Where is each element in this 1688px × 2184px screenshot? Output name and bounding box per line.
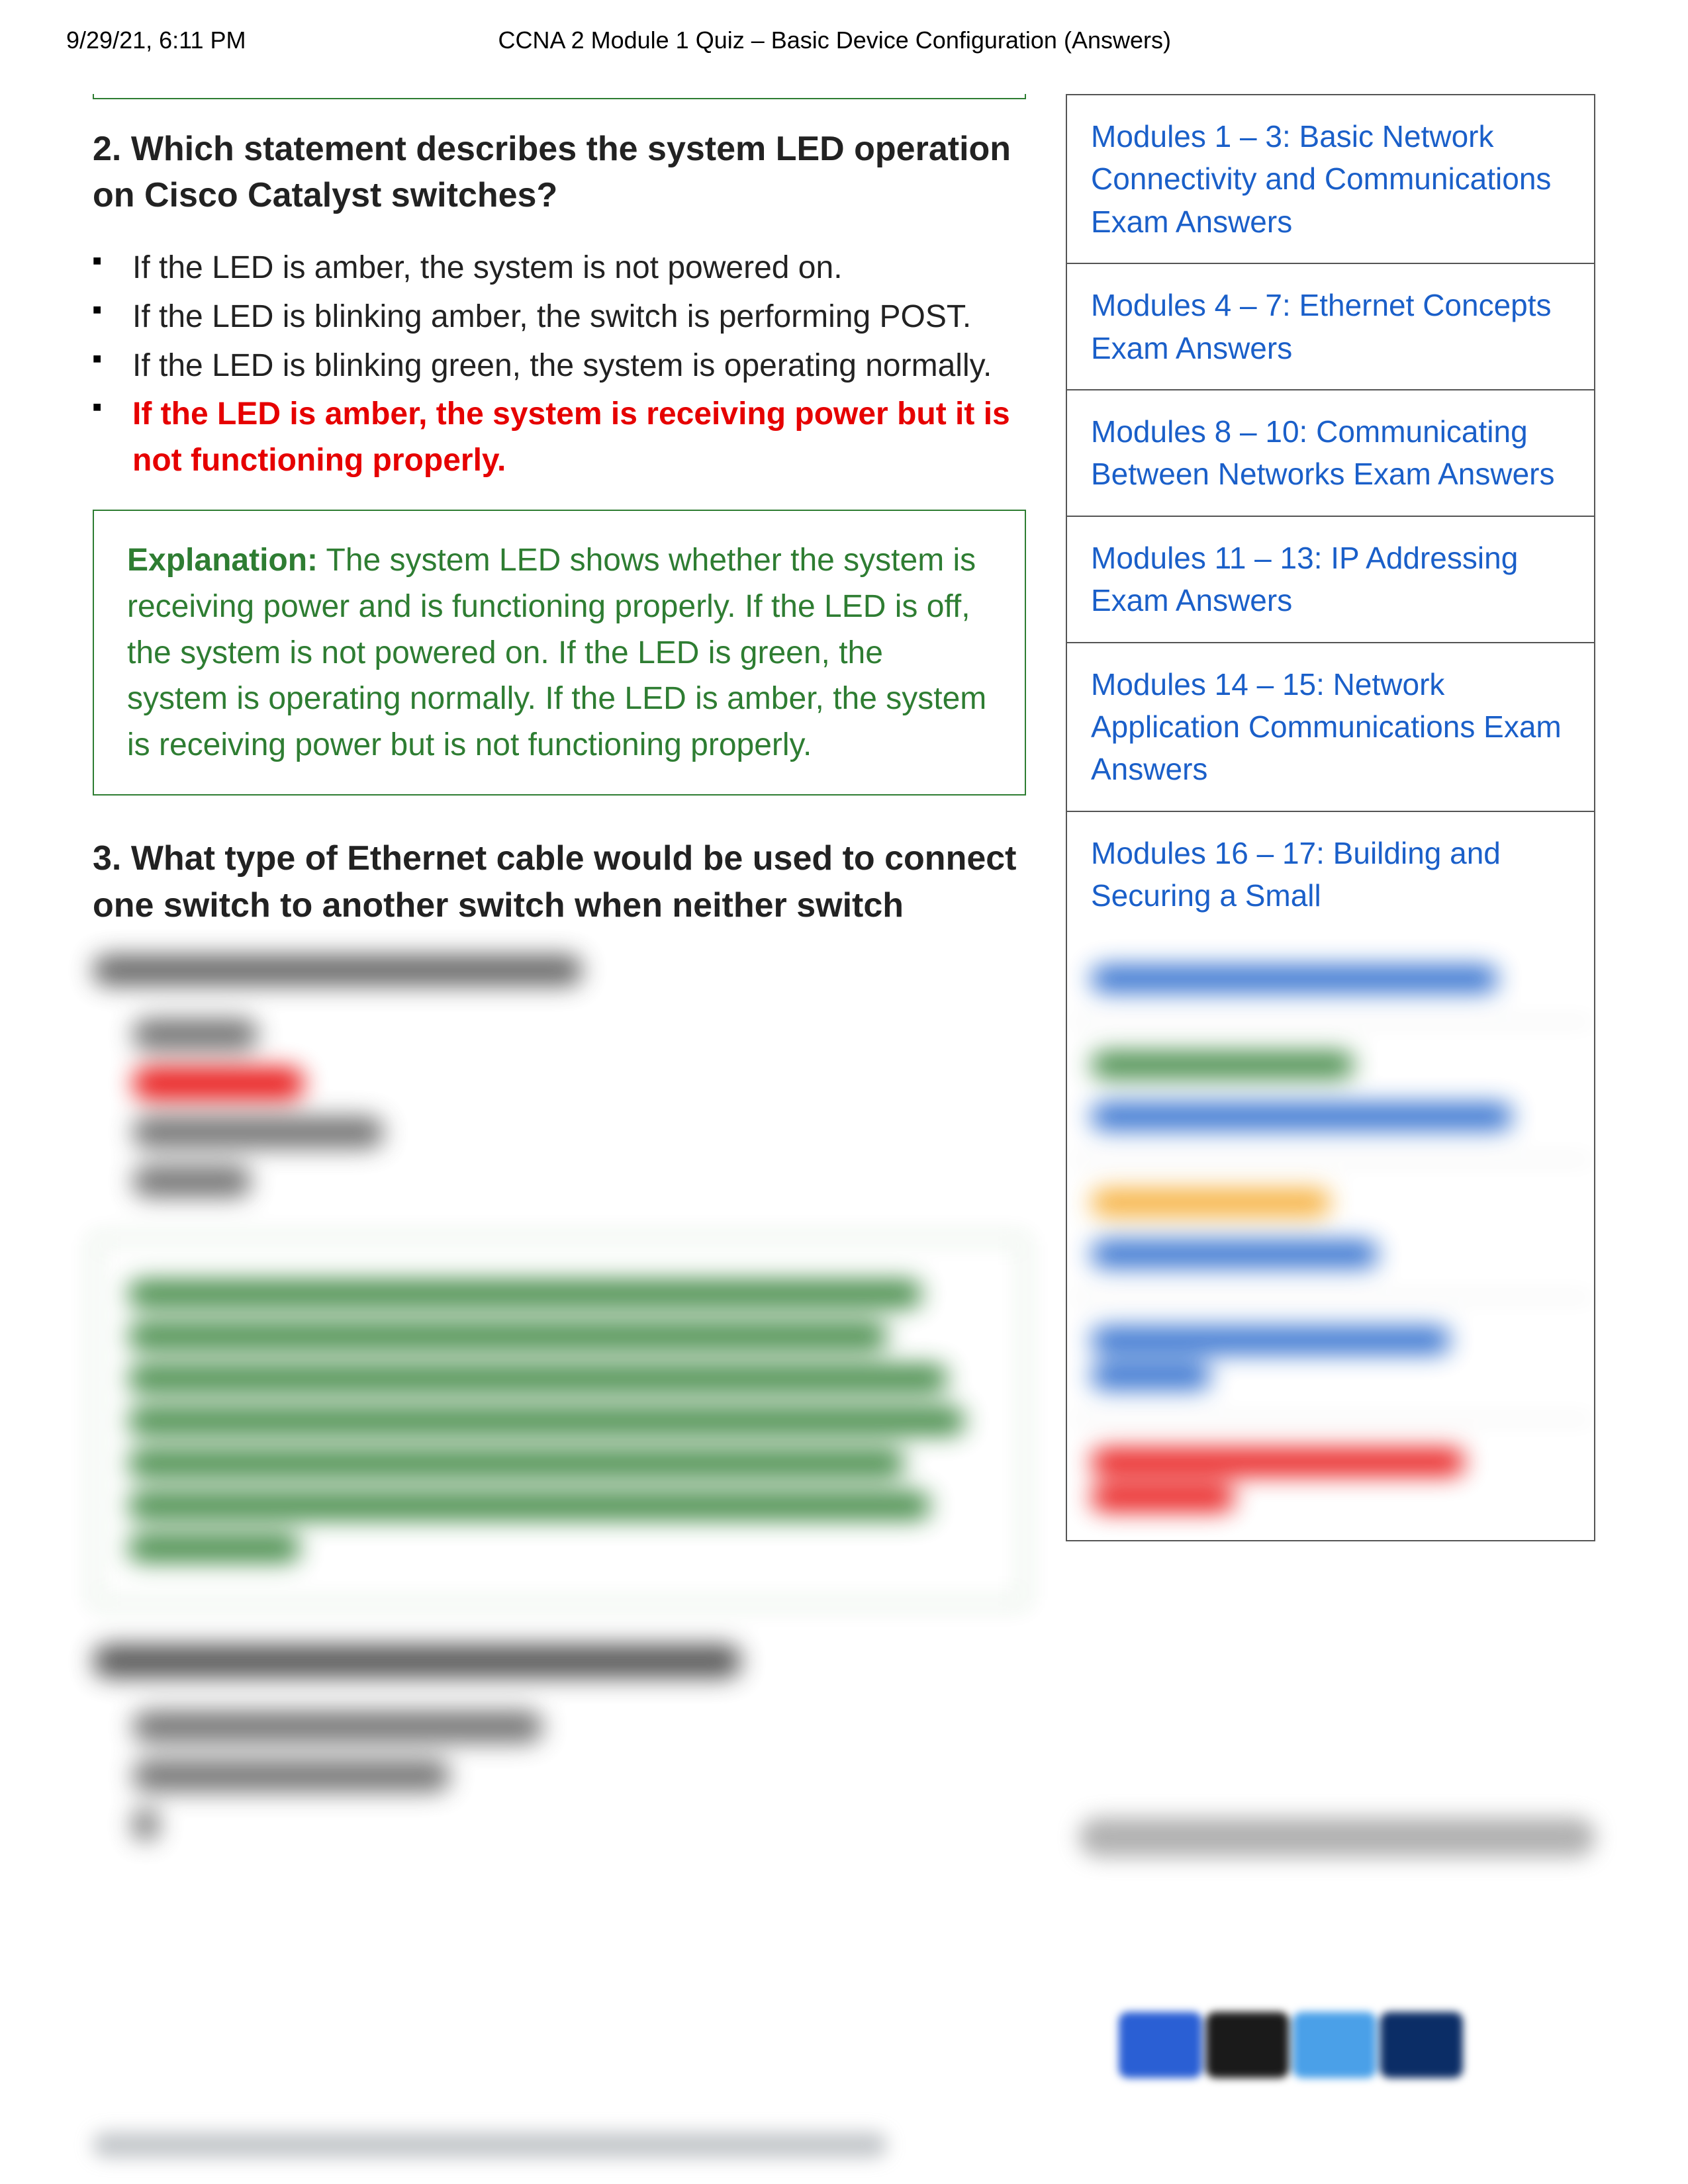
footer-row (0, 2132, 1688, 2158)
sidebar-link-3[interactable]: Modules 11 – 13: IP Addressing Exam Answ… (1067, 517, 1594, 643)
footer-url-blurred (93, 2132, 887, 2158)
page-header: 9/29/21, 6:11 PM CCNA 2 Module 1 Quiz – … (0, 0, 1688, 94)
explanation-label: Explanation: (127, 543, 318, 578)
sidebar-link-4-text: Modules 14 – 15: Network Application Com… (1091, 667, 1562, 787)
sidebar-link-0-text: Modules 1 – 3: Basic Network Connectivit… (1091, 119, 1551, 239)
q2-opt-2-text: If the LED is blinking green, the system… (132, 348, 992, 383)
sidebar-link-2[interactable]: Modules 8 – 10: Communicating Between Ne… (1067, 390, 1594, 517)
sidebar-link-1[interactable]: Modules 4 – 7: Ethernet Concepts Exam An… (1067, 264, 1594, 390)
q2-opt-1-text: If the LED is blinking amber, the switch… (132, 299, 971, 334)
sidebar-link-3-text: Modules 11 – 13: IP Addressing Exam Answ… (1091, 541, 1518, 617)
sidebar-link-5-text: Modules 16 – 17: Building and Securing a… (1091, 836, 1501, 913)
prev-box-edge (93, 94, 1026, 99)
q3-blurred-content (93, 955, 1026, 1841)
header-title: CCNA 2 Module 1 Quiz – Basic Device Conf… (246, 26, 1423, 54)
header-timestamp: 9/29/21, 6:11 PM (66, 26, 246, 54)
sidebar-box: Modules 1 – 3: Basic Network Connectivit… (1066, 94, 1595, 1541)
sidebar-link-5[interactable]: Modules 16 – 17: Building and Securing a… (1067, 812, 1594, 937)
content-wrap: 2. Which statement describes the system … (0, 94, 1688, 1858)
q2-opt-3-text: If the LED is amber, the system is recei… (132, 396, 1010, 478)
q3-title: 3. What type of Ethernet cable would be … (93, 835, 1026, 928)
q2-explanation-box: Explanation: The system LED shows whethe… (93, 510, 1026, 796)
sidebar-blurred (1067, 936, 1594, 1540)
payment-icons (1119, 2012, 1463, 2078)
q2-options: If the LED is amber, the system is not p… (93, 245, 1026, 483)
q2-opt-1: If the LED is blinking amber, the switch… (132, 294, 1026, 340)
q2-opt-0-text: If the LED is amber, the system is not p… (132, 250, 843, 285)
share-row-blurred (1079, 1817, 1595, 1857)
q2-opt-3-correct: If the LED is amber, the system is recei… (132, 391, 1026, 483)
sidebar-link-4[interactable]: Modules 14 – 15: Network Application Com… (1067, 643, 1594, 812)
sidebar-link-2-text: Modules 8 – 10: Communicating Between Ne… (1091, 414, 1555, 491)
sidebar-link-1-text: Modules 4 – 7: Ethernet Concepts Exam An… (1091, 288, 1552, 365)
sidebar-link-0[interactable]: Modules 1 – 3: Basic Network Connectivit… (1067, 95, 1594, 264)
q2-opt-2: If the LED is blinking green, the system… (132, 343, 1026, 389)
main-column: 2. Which statement describes the system … (93, 94, 1026, 1858)
sidebar-column: Modules 1 – 3: Basic Network Connectivit… (1066, 94, 1595, 1858)
q2-opt-0: If the LED is amber, the system is not p… (132, 245, 1026, 291)
q2-title: 2. Which statement describes the system … (93, 126, 1026, 218)
